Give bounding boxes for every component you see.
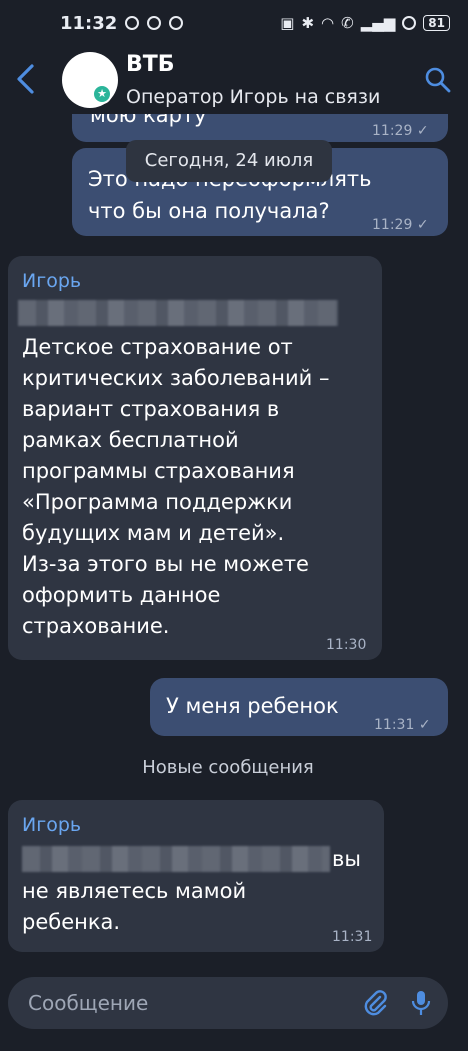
message-line: страхование. <box>22 614 170 638</box>
bluetooth-icon: ✱ <box>301 14 315 32</box>
date-separator: Сегодня, 24 июля <box>126 140 332 182</box>
paperclip-icon[interactable] <box>362 989 388 1017</box>
chat-header: ★ ВТБ Оператор Игорь на связи <box>0 46 468 114</box>
message-bubble-incoming[interactable]: Игорь вы не являетесь мамой ребенка. 11:… <box>8 800 384 952</box>
message-meta: 11:29 ✓ <box>372 116 429 142</box>
vpn-icon <box>402 16 417 30</box>
message-bubble-incoming[interactable]: Игорь Детское страхование от критических… <box>8 256 382 660</box>
message-text: У меня ребенок <box>166 694 339 718</box>
battery-indicator: 81 <box>423 15 450 31</box>
redacted-text <box>18 300 338 326</box>
call-icon: ✆ <box>341 14 354 32</box>
sender-name: Игорь <box>22 814 82 836</box>
redacted-text <box>22 846 330 872</box>
read-check-icon: ✓ <box>416 123 429 139</box>
message-time: 11:29 <box>372 123 413 139</box>
status-time: 11:32 <box>60 12 118 34</box>
message-line: вариант страхования в <box>22 397 280 421</box>
message-time: 11:29 <box>372 217 413 233</box>
message-line: рамках бесплатной <box>22 428 239 452</box>
nfc-icon: ▣ <box>280 14 295 32</box>
new-messages-divider: Новые сообщения <box>142 757 314 778</box>
message-input[interactable]: Сообщение <box>28 991 148 1015</box>
message-line: ребенка. <box>22 910 121 934</box>
status-right: ▣ ✱ ◠ ✆ ▂▄▆ 81 <box>280 14 450 32</box>
message-meta: 11:29 ✓ <box>372 210 429 241</box>
message-composer[interactable]: Сообщение <box>8 977 448 1029</box>
message-line: не являетесь мамой <box>22 879 247 903</box>
chat-subtitle: Оператор Игорь на связи <box>126 86 381 108</box>
wifi-icon: ◠ <box>321 14 335 32</box>
search-icon[interactable] <box>424 66 452 94</box>
read-check-icon: ✓ <box>416 217 429 233</box>
message-text: вы <box>332 847 361 871</box>
chat-title[interactable]: ВТБ <box>126 52 175 77</box>
signal-icon: ▂▄▆ <box>360 14 396 32</box>
mail-notification-icon <box>169 16 184 30</box>
message-line: Из-за этого вы не можете <box>22 552 309 576</box>
message-meta: 11:31 ✓ <box>374 710 431 741</box>
status-left: 11:32 <box>60 12 184 34</box>
back-arrow-icon[interactable] <box>12 62 42 96</box>
message-time: 11:31 <box>374 717 415 733</box>
star-badge-icon: ★ <box>92 84 112 104</box>
status-bar: 11:32 ▣ ✱ ◠ ✆ ▂▄▆ 81 <box>0 0 468 46</box>
message-line: критических заболеваний – <box>22 366 330 390</box>
message-bubble-outgoing[interactable]: У меня ребенок 11:31 ✓ <box>150 678 448 736</box>
notification-icon <box>125 16 140 30</box>
microphone-icon[interactable] <box>410 989 432 1017</box>
message-line: будущих мам и детей». <box>22 521 285 545</box>
app-notification-icon <box>147 16 162 30</box>
message-time: 11:30 <box>326 637 367 653</box>
message-line: «Программа поддержки <box>22 490 293 514</box>
message-line: что бы она получала? <box>88 199 330 223</box>
message-line: Детское страхование от <box>22 335 293 359</box>
message-line: программы страхования <box>22 459 295 483</box>
message-line: оформить данное <box>22 583 221 607</box>
message-time: 11:31 <box>332 929 373 945</box>
sender-name: Игорь <box>22 270 82 292</box>
message-body: Детское страхование от критических забол… <box>22 332 329 642</box>
read-check-icon: ✓ <box>418 717 431 733</box>
